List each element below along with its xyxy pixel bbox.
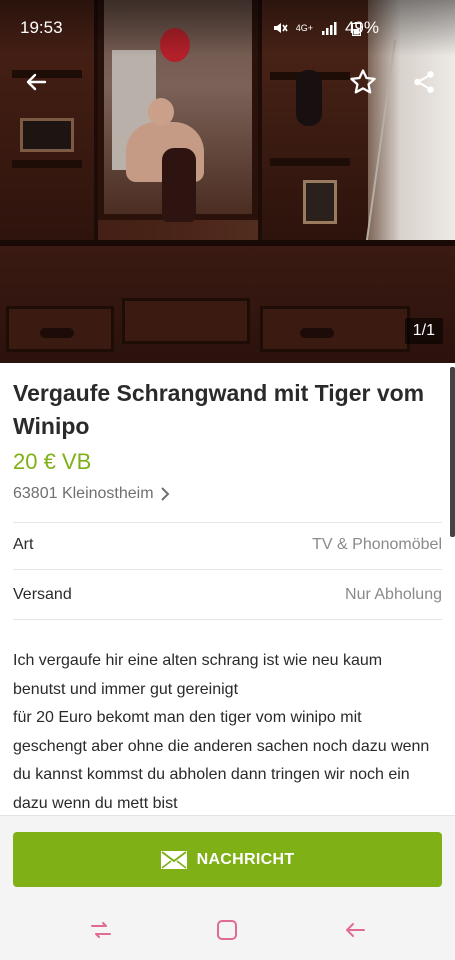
recent-apps-icon xyxy=(91,922,111,938)
chevron-right-icon xyxy=(160,487,169,501)
location-label: 63801 Kleinostheim xyxy=(13,485,154,502)
favorite-button[interactable] xyxy=(343,62,383,102)
status-bar: 19:53 4G+ 49% xyxy=(0,0,455,56)
arrow-left-icon xyxy=(26,73,47,91)
mute-icon xyxy=(273,23,288,33)
photo-counter: 1/1 xyxy=(404,318,443,344)
photo-frame xyxy=(20,118,74,152)
attribute-key: Art xyxy=(13,536,34,553)
star-outline-icon xyxy=(350,69,376,94)
photo-dresser xyxy=(0,240,455,363)
photo-shelf xyxy=(12,160,82,168)
listing-title: Vergaufe Schrangwand mit Tiger vom Winip… xyxy=(13,380,425,439)
back-button[interactable] xyxy=(16,62,56,102)
photo-drawer xyxy=(260,306,410,352)
photo-knob xyxy=(40,328,74,338)
message-button[interactable]: NACHRICHT xyxy=(13,832,442,887)
share-button[interactable] xyxy=(404,62,444,102)
photo-vase xyxy=(162,148,196,222)
message-button-label: NACHRICHT xyxy=(196,850,295,868)
divider xyxy=(13,522,442,523)
home-icon xyxy=(217,920,237,940)
description-text: Ich vergaufe hir eine alten schrang ist … xyxy=(13,652,430,812)
status-icons: 4G+ 49% xyxy=(272,18,379,38)
attribute-row-art: Art TV & Phonomöbel xyxy=(13,533,442,557)
photo-drawer xyxy=(122,298,250,344)
listing-price: 20 € VB xyxy=(13,449,92,474)
status-time: 19:53 xyxy=(20,18,63,37)
home-button[interactable] xyxy=(212,915,242,945)
action-bar: NACHRICHT xyxy=(0,815,455,897)
photo-shelf xyxy=(270,158,350,166)
listing-location-link[interactable]: 63801 Kleinostheim xyxy=(13,485,170,503)
photo-person-head xyxy=(148,98,174,126)
photo-lamp xyxy=(296,70,322,126)
back-icon xyxy=(346,923,365,937)
attribute-value: Nur Abholung xyxy=(345,586,442,603)
listing-description: Ich vergaufe hir eine alten schrang ist … xyxy=(13,647,433,818)
system-nav-bar xyxy=(0,897,455,960)
divider xyxy=(13,569,442,570)
divider xyxy=(13,619,442,620)
envelope-icon xyxy=(160,850,187,869)
battery-icon xyxy=(352,22,361,36)
battery-percent: 49% xyxy=(344,18,379,37)
system-back-button[interactable] xyxy=(340,915,370,945)
signal-icon xyxy=(321,22,337,35)
share-icon xyxy=(414,71,434,93)
recent-apps-button[interactable] xyxy=(86,915,116,945)
attribute-value: TV & Phonomöbel xyxy=(312,536,442,553)
attribute-key: Versand xyxy=(13,586,72,603)
attribute-row-versand: Versand Nur Abholung xyxy=(13,583,442,607)
scrollbar[interactable] xyxy=(450,367,455,537)
listing-photo[interactable]: 19:53 4G+ 49% 1/1 xyxy=(0,0,455,363)
network-label: 4G+ xyxy=(295,22,313,33)
photo-knob xyxy=(300,328,334,338)
photo-frame xyxy=(303,180,337,224)
